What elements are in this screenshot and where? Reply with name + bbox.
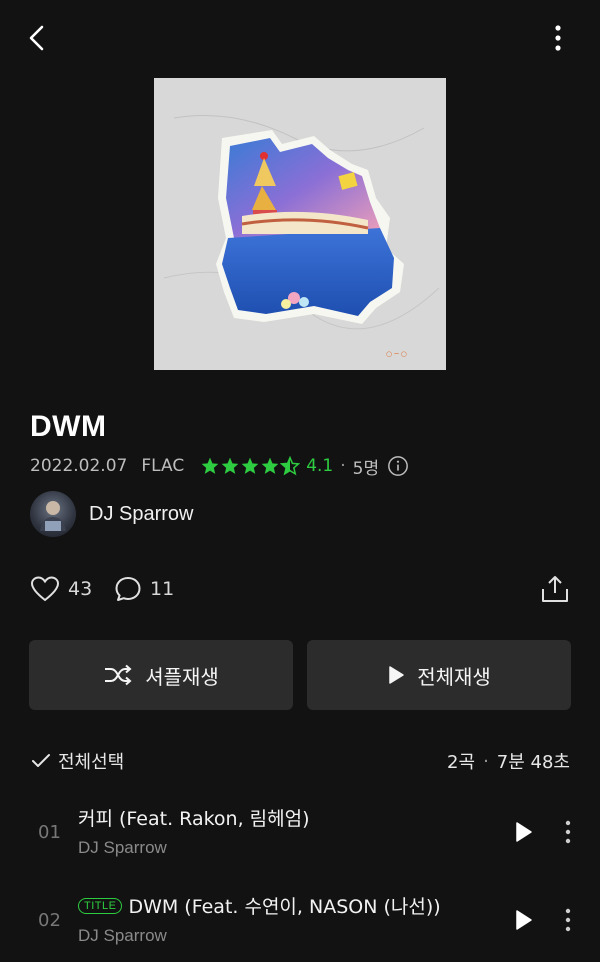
audio-format: FLAC xyxy=(141,456,185,476)
play-icon[interactable] xyxy=(511,820,535,844)
share-button[interactable] xyxy=(540,574,570,604)
more-vertical-icon xyxy=(555,25,561,51)
track-summary: 2곡 · 7분 48초 xyxy=(447,746,570,776)
rating-stars[interactable] xyxy=(200,456,301,476)
select-all-label: 전체선택 xyxy=(58,752,125,773)
album-title: DWM xyxy=(30,410,107,443)
check-icon xyxy=(32,754,50,767)
star-icon xyxy=(201,457,219,474)
track-row[interactable]: 01 커피 (Feat. Rakon, 림헤엄) DJ Sparrow xyxy=(0,794,600,872)
play-icon xyxy=(389,666,404,684)
title-track-badge: TITLE xyxy=(78,897,123,914)
shuffle-play-button[interactable]: 셔플재생 xyxy=(29,640,293,710)
track-row[interactable]: 02 TITLE DWM (Feat. 수연이, NASON (나선)) DJ … xyxy=(0,882,600,960)
star-icon xyxy=(221,457,239,474)
rating-separator: · xyxy=(340,456,346,476)
track-count: 2곡 xyxy=(447,752,476,773)
back-button[interactable] xyxy=(22,20,56,56)
more-vertical-icon[interactable] xyxy=(560,907,576,933)
shuffle-icon xyxy=(105,664,132,686)
album-meta: 2022.02.07 FLAC 4.1 · 5명 xyxy=(30,452,409,480)
track-artist: DJ Sparrow xyxy=(78,926,167,945)
release-date: 2022.02.07 xyxy=(30,456,128,476)
play-all-button[interactable]: 전체재생 xyxy=(307,640,571,710)
total-duration: 7분 48초 xyxy=(496,752,570,773)
play-icon[interactable] xyxy=(511,908,535,932)
rating-count: 5명 xyxy=(352,458,380,479)
track-number: 02 xyxy=(38,910,61,931)
like-button[interactable]: 43 xyxy=(30,574,92,604)
back-icon xyxy=(29,25,44,51)
star-icon xyxy=(261,457,279,474)
star-icon xyxy=(241,457,259,474)
comment-button[interactable]: 11 xyxy=(114,574,174,604)
cover-mark: ○ ─ ○ xyxy=(386,350,407,358)
track-title: 커피 (Feat. Rakon, 림헤엄) xyxy=(78,804,310,831)
track-number: 01 xyxy=(38,822,61,843)
play-all-label: 전체재생 xyxy=(417,664,491,689)
track-title-text: 커피 (Feat. Rakon, 림헤엄) xyxy=(78,808,310,830)
track-title: TITLE DWM (Feat. 수연이, NASON (나선)) xyxy=(78,892,441,919)
track-title-text: DWM (Feat. 수연이, NASON (나선)) xyxy=(128,896,441,918)
share-icon xyxy=(542,576,568,602)
track-artist: DJ Sparrow xyxy=(78,838,167,857)
summary-separator: · xyxy=(483,750,489,772)
rating-value: 4.1 xyxy=(306,456,334,476)
like-count: 43 xyxy=(68,578,93,600)
artist-name: DJ Sparrow xyxy=(89,502,194,525)
comment-count: 11 xyxy=(150,578,175,600)
more-options-button[interactable] xyxy=(544,20,572,56)
album-art-image: ○ ─ ○ xyxy=(154,78,446,370)
comment-icon xyxy=(115,577,141,601)
heart-icon xyxy=(30,576,60,602)
info-icon[interactable] xyxy=(387,455,409,477)
album-cover: ○ ─ ○ xyxy=(154,78,446,370)
shuffle-label: 셔플재생 xyxy=(145,664,219,689)
star-half-icon xyxy=(280,456,301,476)
artist-link[interactable]: DJ Sparrow xyxy=(30,491,193,537)
avatar xyxy=(30,491,76,537)
more-vertical-icon[interactable] xyxy=(560,819,576,845)
select-all-button[interactable]: 전체선택 xyxy=(30,746,124,776)
